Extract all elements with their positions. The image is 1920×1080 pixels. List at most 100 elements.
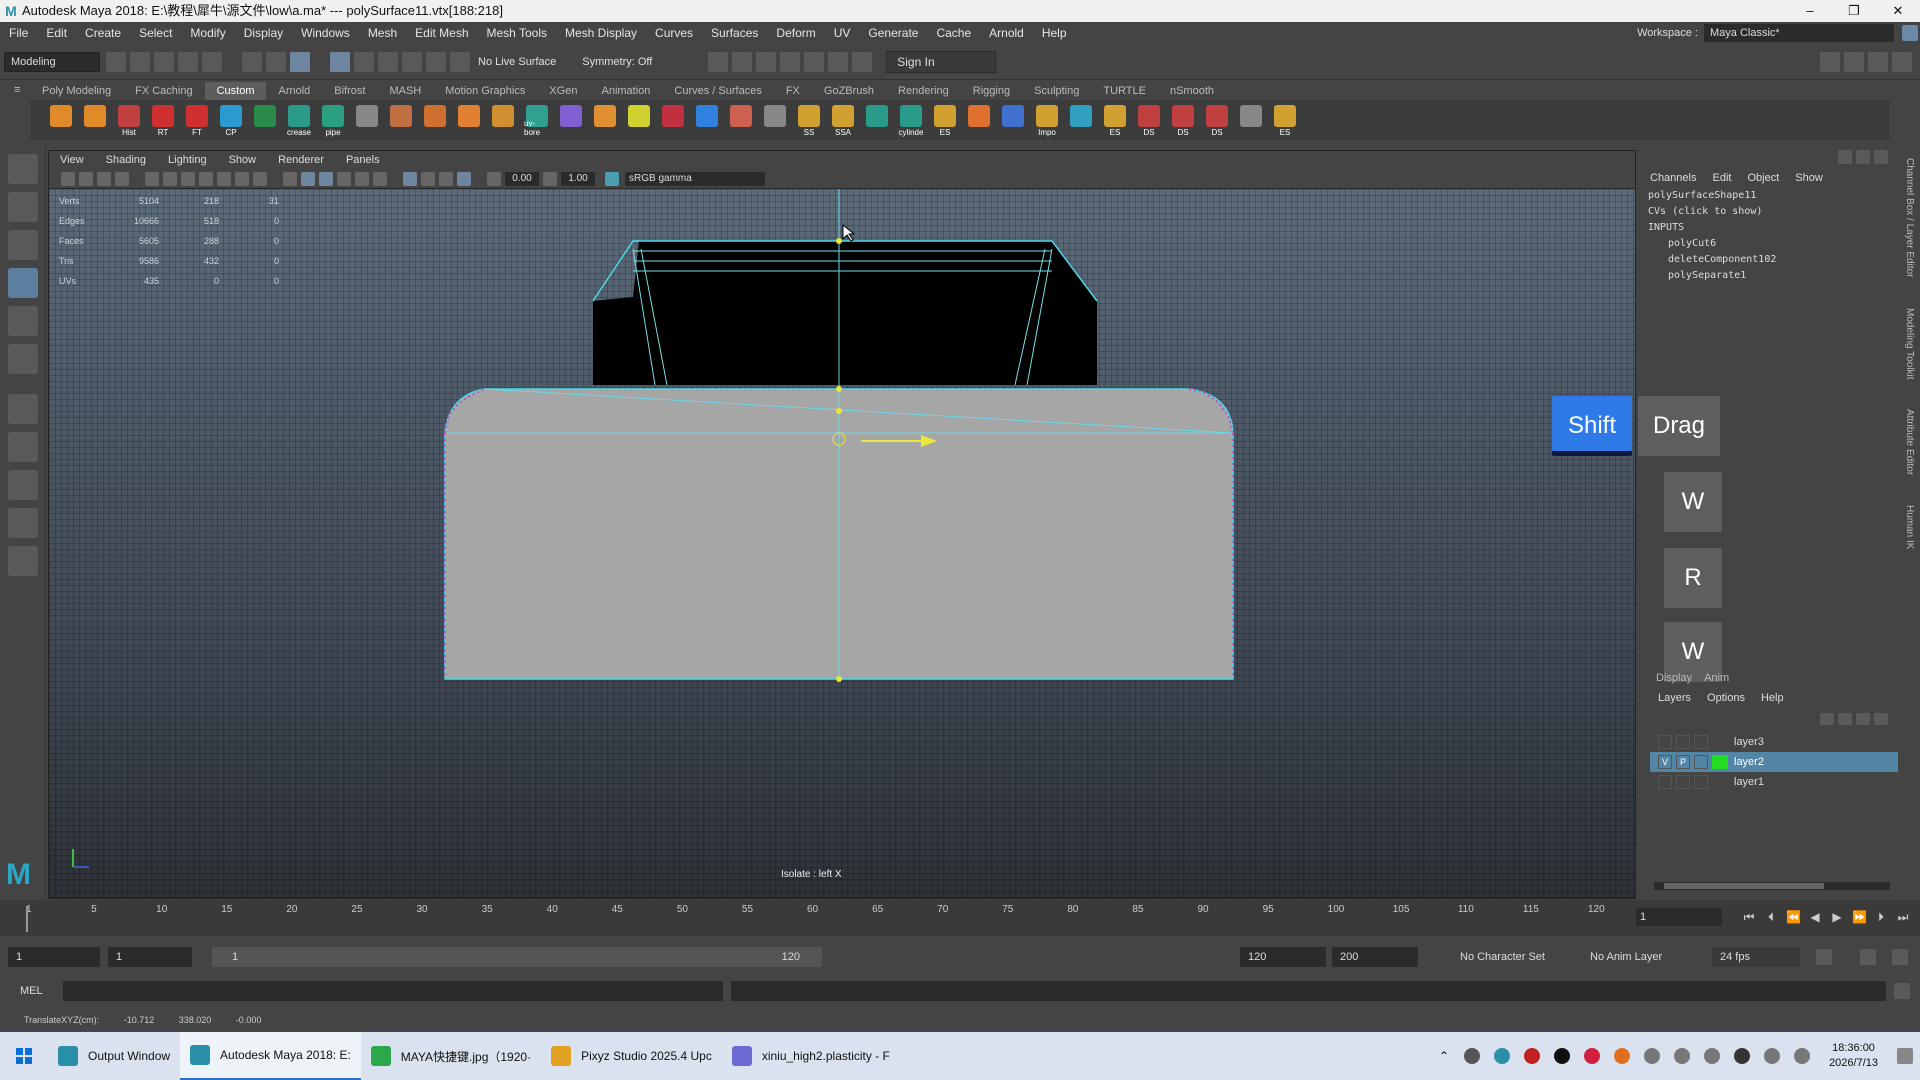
shelf-tab-rendering[interactable]: Rendering [886,82,961,100]
soft-mod-icon[interactable] [8,394,38,424]
hypershade-icon[interactable] [804,51,825,72]
render-frame-icon[interactable] [732,51,753,72]
playback-start-field[interactable]: 1 [108,947,192,967]
shelf-button-tool-12[interactable] [422,103,448,137]
undo-icon[interactable] [178,51,198,72]
volume-icon[interactable] [1644,1048,1661,1064]
select-component-icon[interactable] [290,51,310,72]
redo-icon[interactable] [202,51,222,72]
shelf-tab-bifrost[interactable]: Bifrost [322,82,377,100]
shelf-button-tool-18[interactable] [626,103,652,137]
shelf-button-es[interactable]: ES [1102,103,1128,137]
windows-start-icon[interactable] [0,1032,48,1080]
fps-dropdown[interactable]: 24 fps [1712,947,1800,967]
shelf-tab-nsmooth[interactable]: nSmooth [1158,82,1226,100]
close-button[interactable]: ✕ [1876,0,1920,22]
bookmark-icon[interactable] [97,171,111,186]
layer-row-layer2[interactable]: V Player2 [1650,752,1898,772]
layer-color-swatch[interactable] [1712,755,1728,769]
shelf-button-ssa[interactable]: SSA [830,103,856,137]
layer-name[interactable]: layer3 [1734,736,1764,748]
field-chart-icon[interactable] [217,171,231,186]
shelf-button-tool-1[interactable] [48,103,74,137]
xray-joints-icon[interactable] [421,171,435,186]
snap-edge-icon[interactable] [450,51,470,72]
side-tab-human-ik[interactable]: Human IK [1904,505,1915,549]
isolate-select-icon[interactable] [457,171,471,186]
workspace-dropdown[interactable]: Maya Classic* [1704,24,1894,42]
shelf-button-tool-31[interactable] [1068,103,1094,137]
shelf-tab-gozbrush[interactable]: GoZBrush [812,82,886,100]
paint-select-icon[interactable] [8,230,38,260]
channel-menu-edit[interactable]: Edit [1704,168,1739,188]
channel-box-icon[interactable] [1892,52,1912,72]
time-slider[interactable]: 1 5 10 15 20 25 30 35 40 45 50 55 60 65 70 75 80 85 90 95 10… [0,900,1920,936]
taskbar-item-pixyz-studio-2025-4-upc[interactable]: Pixyz Studio 2025.4 Upc [541,1032,722,1080]
loop-icon[interactable] [1816,949,1832,965]
next-key-icon[interactable]: ⏩ [1852,910,1867,924]
character-set-dropdown[interactable]: No Character Set [1460,951,1545,963]
snap-grid-icon[interactable] [330,51,350,72]
xray-icon[interactable] [403,171,417,186]
tray-app-icon-4[interactable] [1554,1048,1571,1064]
arnold-render-icon[interactable] [828,51,849,72]
shelf-button-ds[interactable]: DS [1136,103,1162,137]
layer-type-toggle[interactable] [1694,735,1708,749]
shelf-button-tool-36[interactable] [1238,103,1264,137]
layer-playback-toggle[interactable]: P [1676,755,1690,769]
shelf-button-tool-7[interactable] [252,103,278,137]
layer-menu-layers[interactable]: Layers [1650,688,1699,708]
layer-menu-options[interactable]: Options [1699,688,1753,708]
taskbar-item-xiniu-high2-plasticity-f[interactable]: xiniu_high2.plasticity - F [722,1032,900,1080]
menu-modify[interactable]: Modify [181,22,234,44]
side-tab-channel-box-layer-editor[interactable]: Channel Box / Layer Editor [1904,158,1915,278]
colorspace-dropdown[interactable]: sRGB gamma [625,171,765,186]
shelf-tab-arnold[interactable]: Arnold [266,82,322,100]
range-slider[interactable]: 1 120 [212,947,822,967]
command-input[interactable] [62,981,723,1001]
shelf-button-tool-17[interactable] [592,103,618,137]
taskbar-item-output-window[interactable]: Output Window [48,1032,180,1080]
shelf-button-tool-19[interactable] [660,103,686,137]
shelf-tab-custom[interactable]: Custom [204,82,267,100]
film-gate-icon[interactable] [163,171,177,186]
shelf-button-tool-14[interactable] [490,103,516,137]
maximize-button[interactable]: ❐ [1832,0,1876,22]
layer-menu-help[interactable]: Help [1753,688,1792,708]
anim-prefs-icon[interactable] [1892,949,1908,965]
tray-app-icon-6[interactable] [1614,1048,1631,1064]
taskbar-item-autodesk-maya-2018-e[interactable]: Autodesk Maya 2018: E: [180,1032,361,1080]
viewport-menu-show[interactable]: Show [218,154,268,166]
shelf-button-tool-13[interactable] [456,103,482,137]
tray-app-icon-3[interactable] [1524,1048,1541,1064]
menu-deform[interactable]: Deform [767,22,824,44]
prev-key-icon[interactable]: ⏪ [1786,910,1801,924]
goto-start-icon[interactable]: ⏮ [1742,910,1756,924]
render-settings-icon[interactable] [780,51,801,72]
taskbar-item-maya-jpg-1920[interactable]: MAYA快捷键.jpg（1920· [361,1032,541,1080]
menu-windows[interactable]: Windows [292,22,359,44]
layer-name[interactable]: layer1 [1734,776,1764,788]
gamma-icon[interactable] [543,171,557,186]
shelf-button-tool-21[interactable] [728,103,754,137]
script-editor-icon[interactable] [1893,983,1910,999]
menu-mesh-tools[interactable]: Mesh Tools [478,22,556,44]
ambient-occlusion-icon[interactable] [439,171,453,186]
side-tab-modeling-toolkit[interactable]: Modeling Toolkit [1904,308,1915,380]
wireframe-on-shaded-icon[interactable] [319,171,333,186]
input-node-polycut6[interactable]: polyCut6 [1648,236,1900,252]
snap-point-icon[interactable] [378,51,398,72]
minimize-button[interactable]: – [1788,0,1832,22]
shelf-tab-sculpting[interactable]: Sculpting [1022,82,1091,100]
menu-select[interactable]: Select [130,22,181,44]
shadows-icon[interactable] [373,171,387,186]
textured-icon[interactable] [337,171,351,186]
shelf-button-tool-10[interactable] [354,103,380,137]
layer-name[interactable]: layer2 [1734,756,1764,768]
tray-app-icon-2[interactable] [1494,1048,1511,1064]
camera-icon[interactable] [61,171,75,186]
shape-node[interactable]: polySurfaceShape11 [1648,188,1900,204]
tray-chevron-icon[interactable]: ⌃ [1439,1049,1449,1063]
menu-edit[interactable]: Edit [37,22,76,44]
scale-tool-icon[interactable] [8,344,38,374]
